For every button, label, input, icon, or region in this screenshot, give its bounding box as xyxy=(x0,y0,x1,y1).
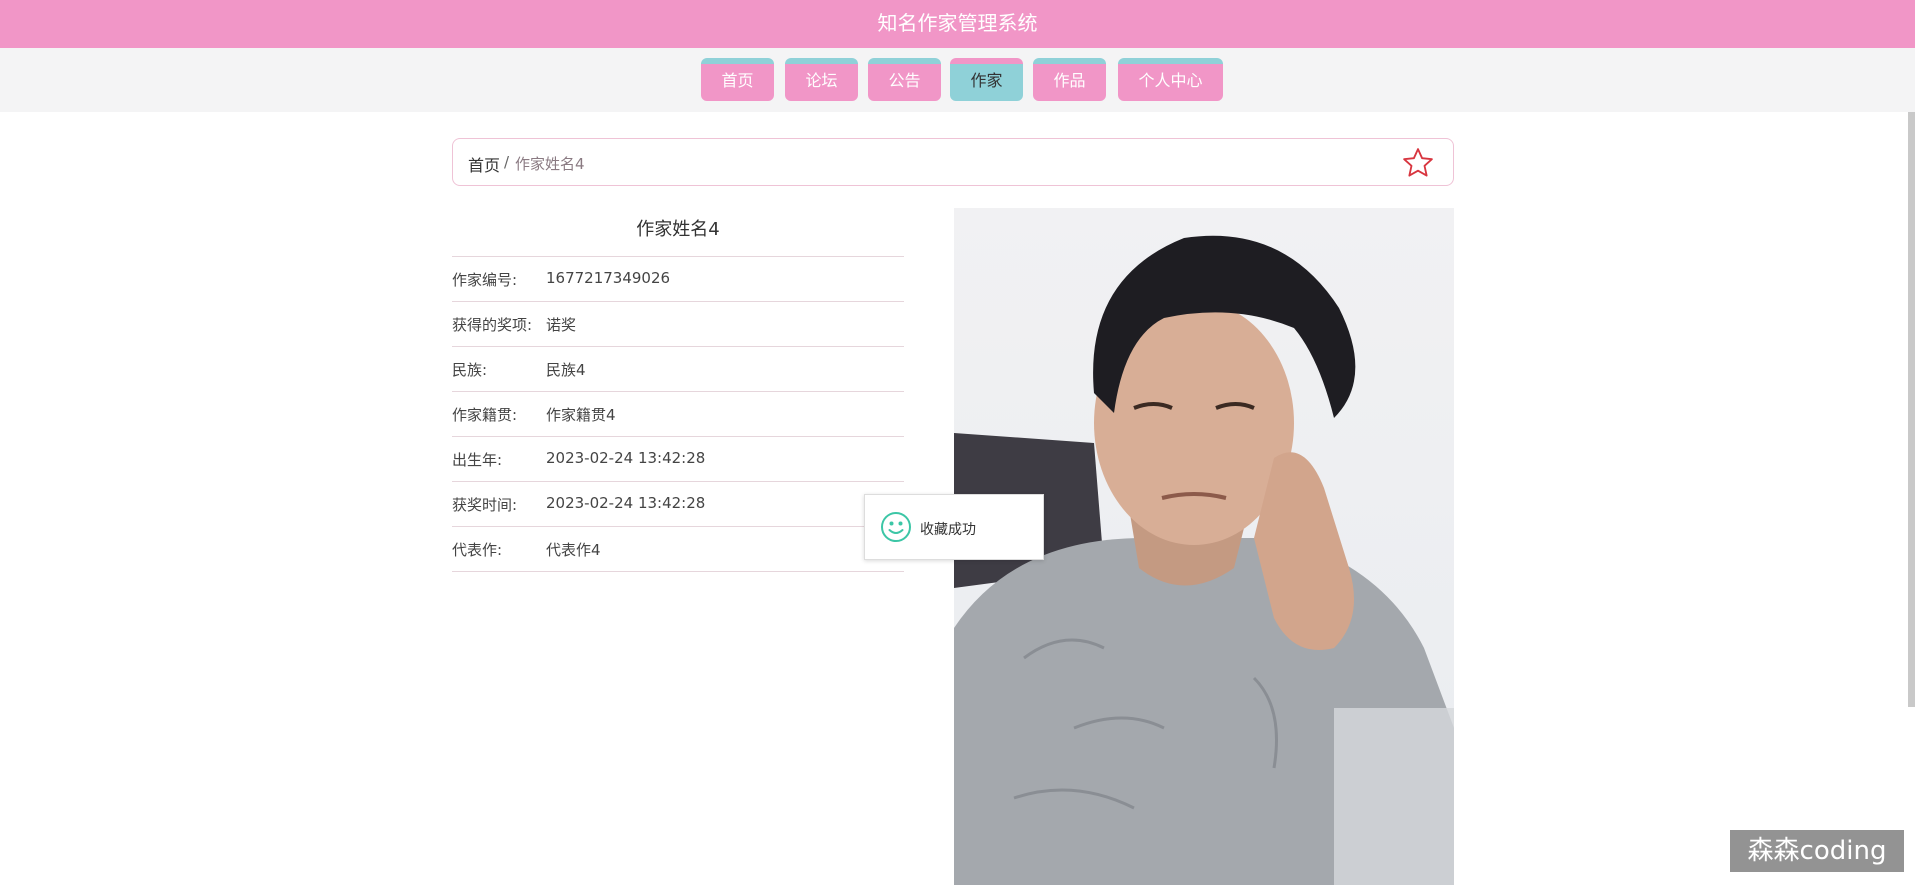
watermark: 森森coding xyxy=(1730,830,1904,872)
info-row-hometown: 作家籍贯: 作家籍贯4 xyxy=(452,392,904,437)
info-value: 代表作4 xyxy=(546,541,601,559)
info-value: 作家籍贯4 xyxy=(546,406,616,424)
favorite-success-toast: 收藏成功 xyxy=(864,494,1044,560)
info-value: 2023-02-24 13:42:28 xyxy=(546,494,706,512)
main-nav: 首页 论坛 公告 作家 作品 个人中心 xyxy=(0,48,1915,112)
breadcrumb-home-link[interactable]: 首页 xyxy=(468,152,500,176)
info-row-birth-year: 出生年: 2023-02-24 13:42:28 xyxy=(452,437,904,482)
info-label: 获奖时间: xyxy=(452,496,518,514)
info-value: 2023-02-24 13:42:28 xyxy=(546,449,706,467)
info-row-masterpiece: 代表作: 代表作4 xyxy=(452,527,904,572)
info-label: 民族: xyxy=(452,361,488,379)
info-value: 1677217349026 xyxy=(546,269,671,287)
scrollbar[interactable] xyxy=(1908,112,1915,707)
info-row-award-time: 获奖时间: 2023-02-24 13:42:28 xyxy=(452,482,904,527)
breadcrumb: 首页 / 作家姓名4 xyxy=(452,138,1454,186)
nav-item-home[interactable]: 首页 xyxy=(701,58,774,101)
info-value: 诺奖 xyxy=(546,316,577,334)
app-title: 知名作家管理系统 xyxy=(877,11,1038,35)
app-header: 知名作家管理系统 xyxy=(0,0,1915,48)
nav-item-works[interactable]: 作品 xyxy=(1033,58,1106,101)
writer-info: 作家姓名4 作家编号: 1677217349026 获得的奖项: 诺奖 民族: … xyxy=(452,208,904,572)
info-label: 代表作: xyxy=(452,541,503,559)
info-label: 作家编号: xyxy=(452,271,518,289)
info-row-id: 作家编号: 1677217349026 xyxy=(452,257,904,302)
info-row-award: 获得的奖项: 诺奖 xyxy=(452,302,904,347)
info-label: 作家籍贯: xyxy=(452,406,518,424)
breadcrumb-current: 作家姓名4 xyxy=(515,155,585,173)
nav-item-notice[interactable]: 公告 xyxy=(868,58,941,101)
nav-item-forum[interactable]: 论坛 xyxy=(785,58,858,101)
nav-item-profile[interactable]: 个人中心 xyxy=(1118,58,1223,101)
star-outline-icon[interactable] xyxy=(1401,146,1435,180)
info-value: 民族4 xyxy=(546,361,586,379)
smiley-icon xyxy=(881,512,911,542)
writer-name-title: 作家姓名4 xyxy=(452,208,904,257)
breadcrumb-separator: / xyxy=(504,153,510,171)
nav-item-writer[interactable]: 作家 xyxy=(950,58,1023,101)
info-label: 获得的奖项: xyxy=(452,316,533,334)
info-label: 出生年: xyxy=(452,451,503,469)
info-row-ethnicity: 民族: 民族4 xyxy=(452,347,904,392)
toast-message: 收藏成功 xyxy=(920,522,976,538)
